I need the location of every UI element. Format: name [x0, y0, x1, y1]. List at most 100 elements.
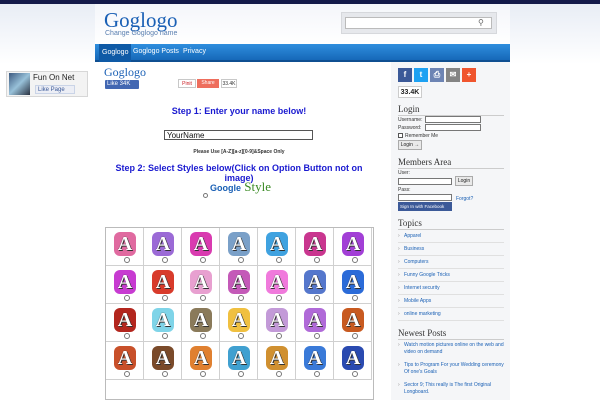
style-preview-image: A	[190, 232, 212, 256]
topic-link[interactable]: Apparel	[398, 233, 504, 239]
newest-post-link[interactable]: Sector 9; This really is The first Origi…	[398, 382, 504, 396]
style-radio[interactable]	[352, 257, 358, 263]
style-option: A	[144, 228, 182, 266]
style-option: A	[182, 304, 220, 342]
style-radio[interactable]	[276, 257, 282, 263]
style-radio[interactable]	[352, 371, 358, 377]
search-icon[interactable]: ⚲	[478, 18, 488, 28]
login-button[interactable]: Login →	[398, 140, 422, 150]
style-radio[interactable]	[162, 371, 168, 377]
style-radio[interactable]	[238, 257, 244, 263]
remember-checkbox[interactable]	[398, 133, 403, 138]
style-option: A	[334, 228, 372, 266]
topic-link[interactable]: Computers	[398, 259, 504, 265]
facebook-icon[interactable]: f	[398, 68, 412, 82]
style-radio[interactable]	[200, 371, 206, 377]
style-radio[interactable]	[200, 295, 206, 301]
style-radio[interactable]	[238, 371, 244, 377]
style-preview-image: A	[342, 308, 364, 332]
username-field[interactable]	[425, 116, 481, 123]
style-radio[interactable]	[352, 333, 358, 339]
pinit-button[interactable]: Pinit	[178, 79, 196, 88]
style-radio[interactable]	[124, 371, 130, 377]
main-nav: Goglogo Goglogo Posts Privacy	[95, 44, 510, 62]
style-radio[interactable]	[124, 333, 130, 339]
style-radio[interactable]	[314, 333, 320, 339]
style-preview-image: A	[304, 308, 326, 332]
style-radio[interactable]	[352, 295, 358, 301]
style-option: A	[106, 266, 144, 304]
style-radio[interactable]	[162, 295, 168, 301]
style-preview-image: A	[266, 270, 288, 294]
style-radio[interactable]	[314, 371, 320, 377]
style-option: A	[144, 266, 182, 304]
pass-field[interactable]	[398, 194, 452, 201]
pass-label: Pass:	[398, 187, 411, 193]
style-radio[interactable]	[124, 295, 130, 301]
password-field[interactable]	[425, 124, 481, 131]
search-input[interactable]	[345, 17, 492, 29]
style-option: A	[258, 266, 296, 304]
style-radio[interactable]	[314, 257, 320, 263]
topic-link[interactable]: Internet security	[398, 285, 504, 291]
twitter-icon[interactable]: t	[414, 68, 428, 82]
forgot-link[interactable]: Forgot?	[456, 196, 473, 202]
style-radio[interactable]	[162, 257, 168, 263]
fb-like-button[interactable]: Like 34K	[105, 80, 139, 89]
style-option: A	[106, 304, 144, 342]
facebook-signin-button[interactable]: Sign In with Facebook	[398, 202, 452, 211]
newest-post-link[interactable]: Watch motion pictures online on the web …	[398, 342, 504, 356]
style-preview-image: A	[190, 270, 212, 294]
style-radio[interactable]	[124, 257, 130, 263]
style-grid: AAAAAAAAAAAAAAAAAAAAAAAAAAAA	[105, 227, 374, 400]
share-count: 33.4K	[221, 79, 237, 88]
style-option: A	[334, 266, 372, 304]
divider	[398, 320, 504, 321]
style-preview-image: A	[228, 270, 250, 294]
style-radio[interactable]	[203, 193, 208, 198]
style-radio[interactable]	[276, 295, 282, 301]
input-note: Please Use [A-Z][a-z][0-9]&Space Only	[193, 149, 285, 155]
user-field[interactable]	[398, 178, 452, 185]
style-radio[interactable]	[276, 371, 282, 377]
style-preview-image: A	[228, 232, 250, 256]
newest-post-link[interactable]: Tips to Program For your Wedding ceremon…	[398, 362, 504, 376]
style-radio[interactable]	[162, 333, 168, 339]
email-icon[interactable]: ✉	[446, 68, 460, 82]
style-option: A	[296, 342, 334, 380]
style-radio[interactable]	[238, 295, 244, 301]
style-option: A	[106, 228, 144, 266]
nav-item-goglogo[interactable]: Goglogo	[99, 44, 132, 62]
style-option: A	[258, 342, 296, 380]
style-option: A	[220, 304, 258, 342]
like-page-button[interactable]: Like Page	[35, 85, 75, 94]
nav-item-goglogo-posts[interactable]: Goglogo Posts	[133, 48, 179, 55]
members-login-button[interactable]: Login	[455, 176, 473, 186]
style-radio[interactable]	[314, 295, 320, 301]
name-input[interactable]: YourName	[164, 130, 313, 140]
print-icon[interactable]: ⎙	[430, 68, 444, 82]
style-radio[interactable]	[200, 333, 206, 339]
style-preview-image: A	[342, 270, 364, 294]
style-radio[interactable]	[200, 257, 206, 263]
style-preview-image: A	[228, 346, 250, 370]
style-radio[interactable]	[276, 333, 282, 339]
more-icon[interactable]: +	[462, 68, 476, 82]
topic-link[interactable]: online marketing	[398, 311, 504, 317]
topic-link[interactable]: Mobile Apps	[398, 298, 504, 304]
avatar[interactable]	[9, 73, 30, 95]
user-label: User:	[398, 170, 410, 176]
style-sample-prefix: Google	[210, 183, 241, 193]
style-radio[interactable]	[238, 333, 244, 339]
divider	[398, 281, 504, 282]
topic-link[interactable]: Business	[398, 246, 504, 252]
style-option: A	[106, 342, 144, 380]
page-name[interactable]: Fun On Net	[33, 73, 74, 82]
password-label: Password:	[398, 125, 422, 131]
style-preview-image: A	[228, 308, 250, 332]
share-button[interactable]: Share	[197, 79, 219, 88]
nav-item-privacy[interactable]: Privacy	[183, 48, 206, 55]
post-title[interactable]: Goglogo	[104, 65, 146, 80]
topic-link[interactable]: Funny Google Tricks	[398, 272, 504, 278]
style-preview-image: A	[152, 270, 174, 294]
